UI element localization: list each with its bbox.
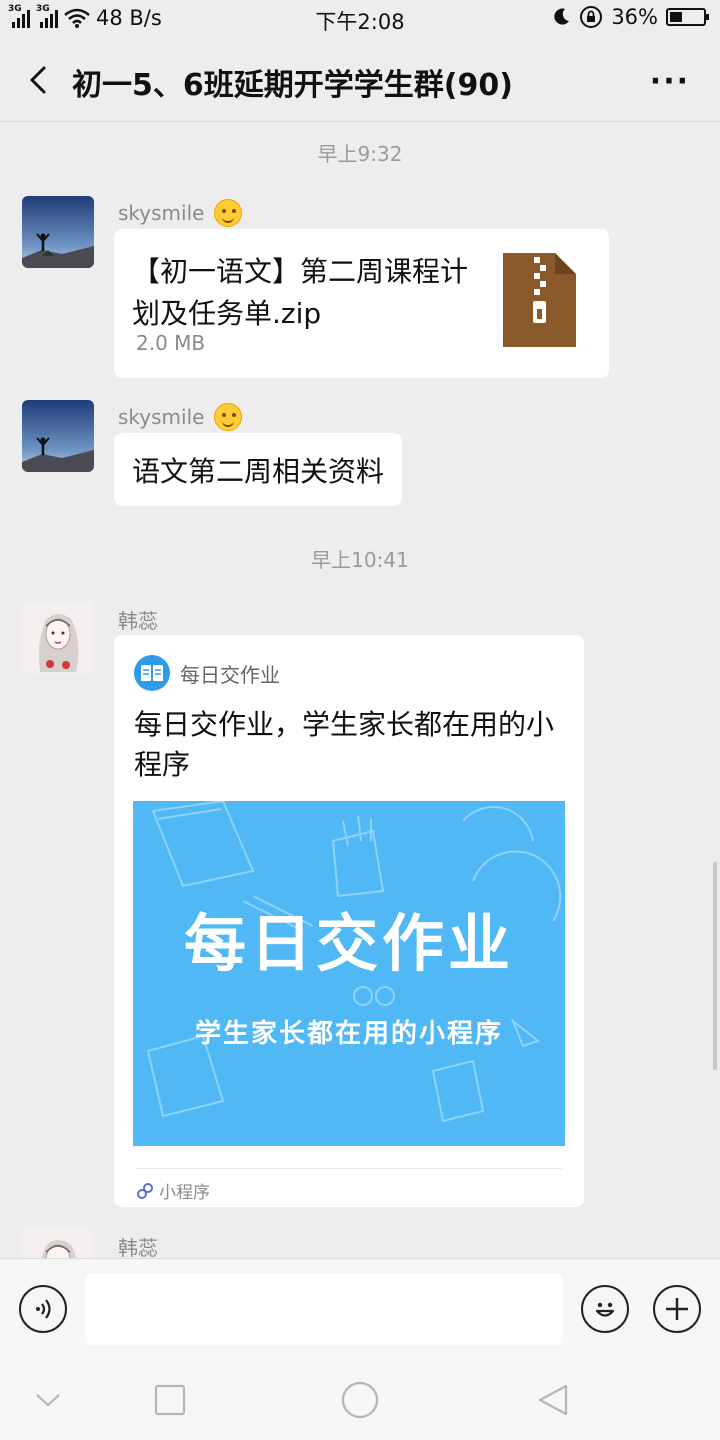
mini-program-name: 每日交作业: [180, 662, 280, 687]
battery-fill: [670, 12, 682, 22]
rotation-lock-icon: [580, 6, 603, 28]
sender-name-row-4: 韩蕊: [118, 1232, 158, 1261]
text-message-bubble[interactable]: 语文第二周相关资料: [114, 433, 403, 506]
status-bar: 3G 3G 48 B/s 下午2:08 36%: [0, 0, 720, 38]
circle-icon[interactable]: [340, 1380, 380, 1420]
mini-program-footer: 小程序: [136, 1178, 210, 1203]
chevron-down-icon[interactable]: [28, 1380, 68, 1420]
sender-name-row-3: 韩蕊: [118, 605, 158, 634]
file-name: 【初一语文】第二周课程计划及任务单.zip: [132, 255, 469, 330]
battery-percent: 36%: [611, 5, 658, 29]
smiley-emoji-icon: [214, 199, 243, 227]
avatar-hanrui-2[interactable]: [22, 1228, 94, 1258]
smiley-emoji-icon: [214, 403, 243, 431]
voice-icon[interactable]: [19, 1285, 67, 1333]
sender-name: 韩蕊: [118, 1236, 158, 1260]
battery-icon: [666, 8, 709, 26]
avatar-skysmile-2[interactable]: [22, 400, 94, 472]
input-bar: [0, 1258, 720, 1360]
sender-name: skysmile: [118, 405, 205, 429]
scrollbar-thumb[interactable]: [713, 862, 717, 1070]
back-triangle-icon[interactable]: [533, 1380, 573, 1420]
plus-icon[interactable]: [653, 1285, 701, 1333]
avatar-skysmile[interactable]: [22, 196, 94, 268]
sender-name: skysmile: [118, 201, 205, 225]
chat-header: 初一5、6班延期开学学生群(90) ···: [0, 38, 720, 122]
mini-program-cover: 每日交作业 学生家长都在用的小程序: [133, 801, 565, 1146]
file-size: 2.0 MB: [136, 331, 206, 355]
file-message-bubble[interactable]: 【初一语文】第二周课程计划及任务单.zip 2.0 MB: [114, 229, 609, 378]
book-icon: [134, 655, 170, 691]
zip-file-icon: [503, 253, 576, 347]
avatar-hanrui[interactable]: [22, 602, 94, 674]
sender-name: 韩蕊: [118, 609, 158, 633]
timestamp-2: 早上10:41: [311, 548, 409, 572]
mini-program-title: 每日交作业，学生家长都在用的小程序: [134, 708, 555, 781]
timestamp: 早上9:32: [317, 142, 403, 166]
mini-program-label: 小程序: [159, 1183, 210, 1203]
back-arrow-icon[interactable]: [20, 60, 60, 100]
mini-program-header: 每日交作业: [134, 655, 280, 691]
message-input[interactable]: [86, 1273, 562, 1345]
sender-name-row-2: skysmile: [118, 403, 243, 431]
more-options-button[interactable]: ···: [650, 64, 690, 99]
square-icon[interactable]: [150, 1380, 190, 1420]
chat-title: 初一5、6班延期开学学生群(90): [72, 68, 513, 103]
card-divider: [136, 1168, 562, 1169]
sender-name-row: skysmile: [118, 199, 243, 227]
emoji-icon[interactable]: [581, 1285, 629, 1333]
cover-subtitle: 学生家长都在用的小程序: [194, 1019, 503, 1049]
cover-title: 每日交作业: [183, 907, 514, 980]
mini-program-link-icon: [137, 1182, 153, 1199]
system-nav-bar: [0, 1360, 720, 1440]
mini-program-card[interactable]: 每日交作业 每日交作业，学生家长都在用的小程序 每日交作业 学生家长都在用的小程…: [114, 635, 584, 1207]
moon-icon: [554, 8, 570, 25]
